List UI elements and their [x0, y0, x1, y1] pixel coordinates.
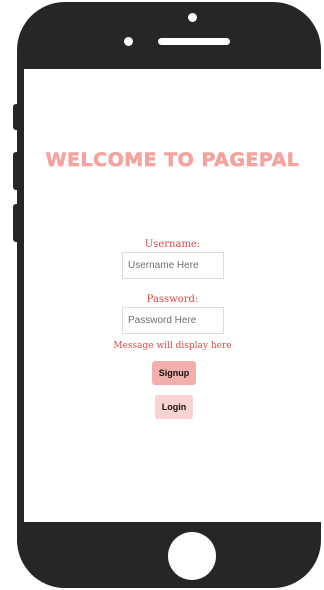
front-sensor-icon: [188, 13, 197, 22]
username-label: Username:: [144, 239, 201, 250]
camera-icon: [124, 37, 133, 46]
username-input[interactable]: [122, 252, 224, 279]
status-message: Message will display here: [113, 341, 232, 351]
welcome-title: WELCOME TO PAGEPAL: [45, 149, 300, 172]
stage: WELCOME TO PAGEPAL Username: Password: M…: [0, 0, 324, 590]
password-label: Password:: [146, 294, 199, 305]
login-button[interactable]: Login: [155, 395, 193, 419]
speaker-icon: [158, 38, 230, 45]
signup-button[interactable]: Signup: [152, 361, 196, 385]
password-input[interactable]: [122, 307, 224, 334]
home-button-icon: [168, 532, 216, 580]
app-screen: WELCOME TO PAGEPAL Username: Password: M…: [24, 69, 321, 522]
